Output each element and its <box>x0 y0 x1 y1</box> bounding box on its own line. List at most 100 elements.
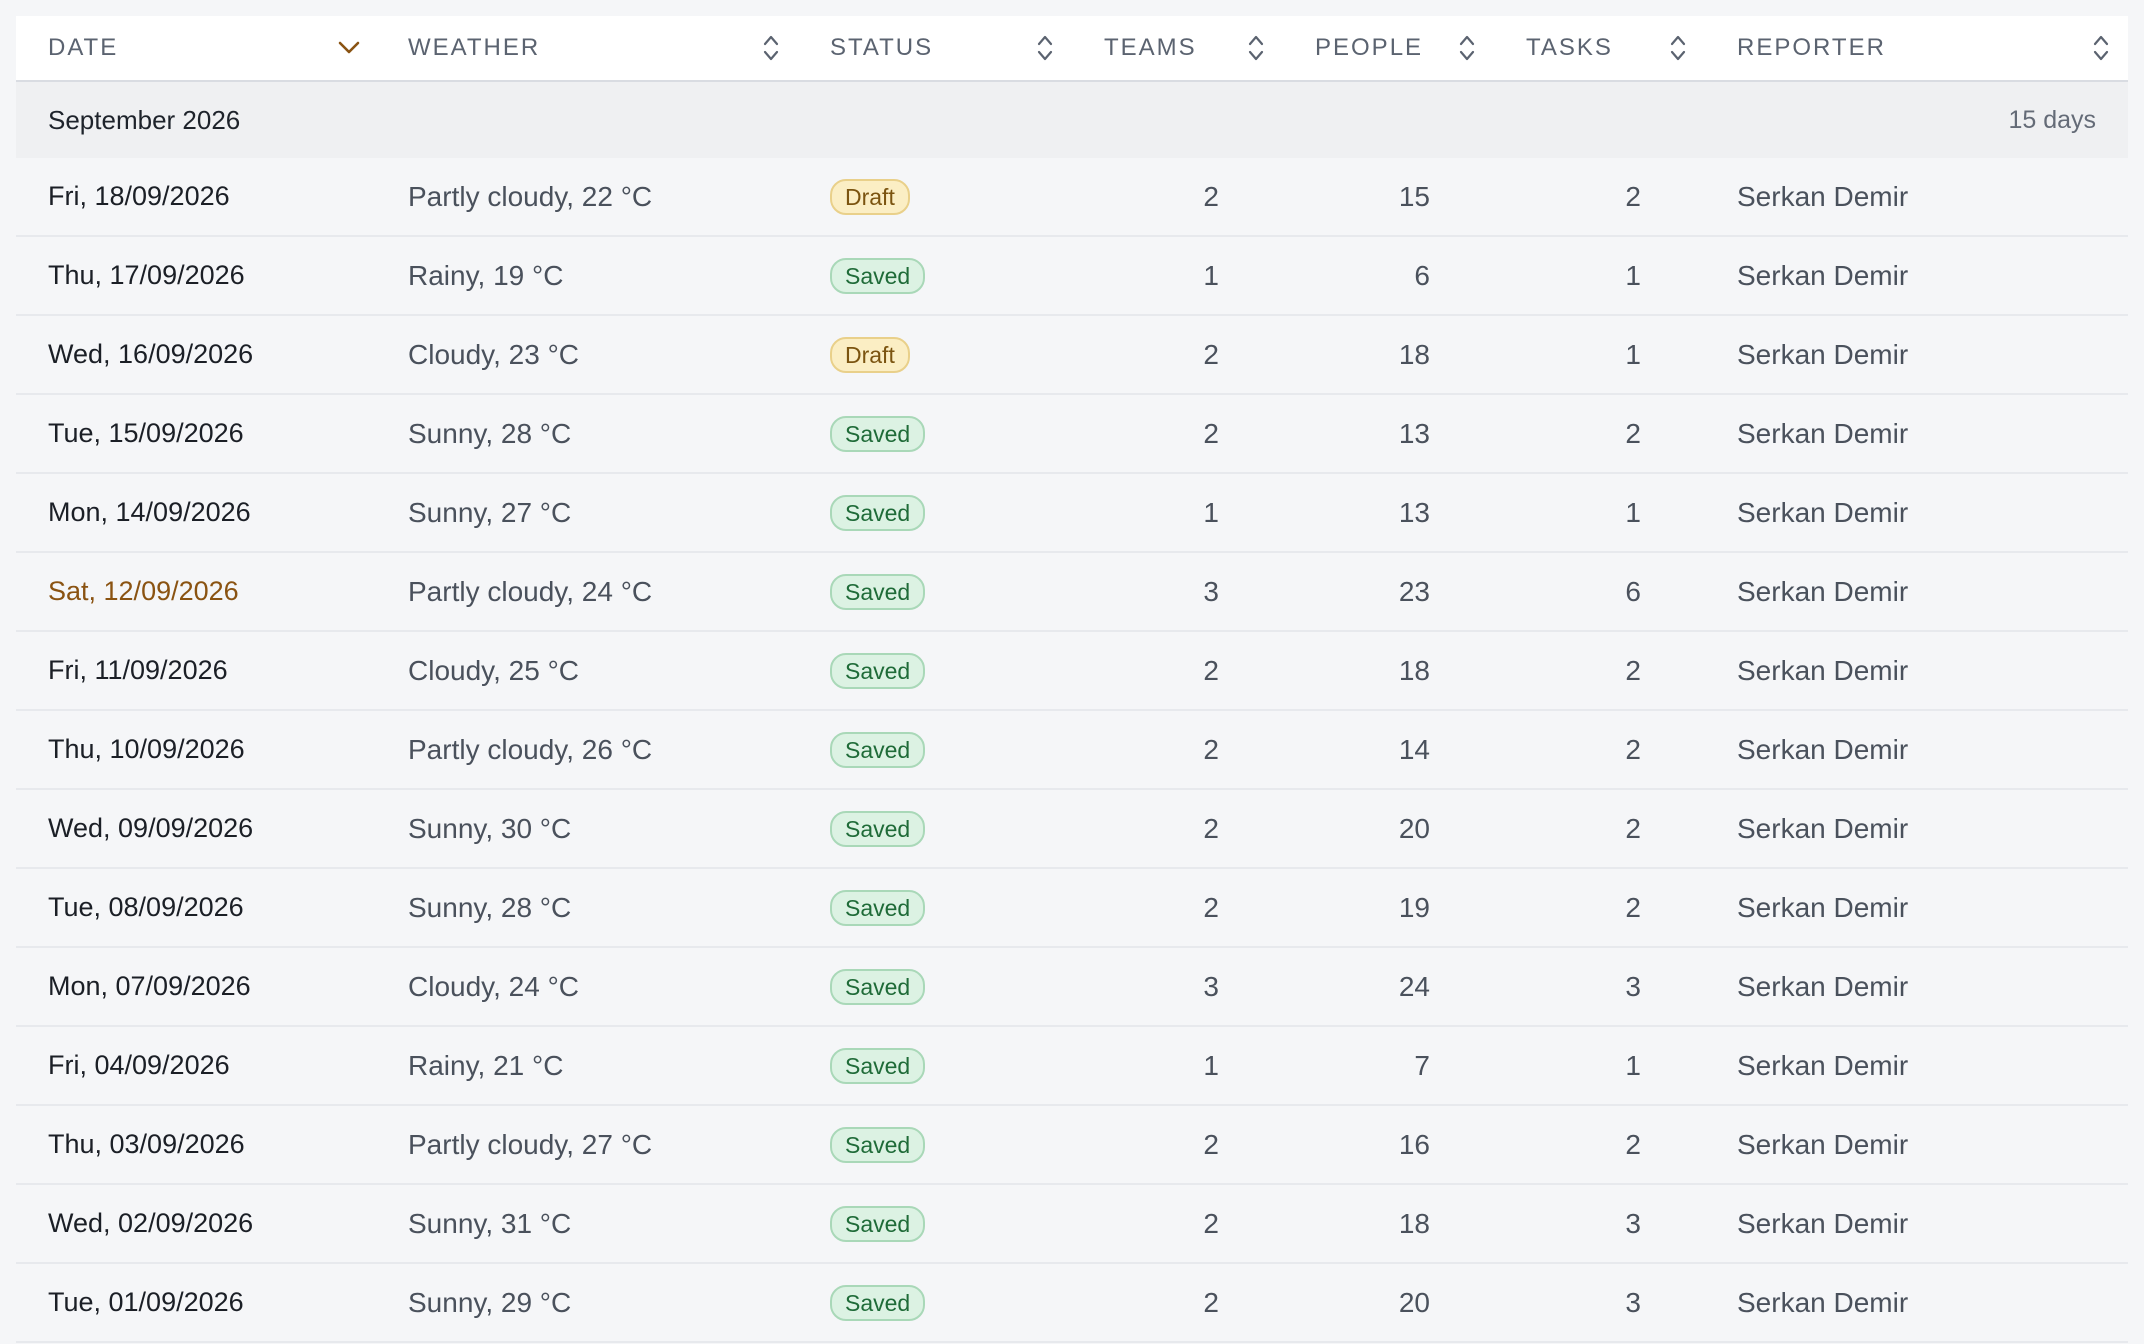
status-badge: Saved <box>830 1205 926 1242</box>
tasks-cell: 3 <box>1494 1263 1705 1343</box>
group-cell: September 2026 15 days <box>16 81 2128 158</box>
people-cell: 18 <box>1283 631 1494 711</box>
tasks-cell: 3 <box>1494 947 1705 1027</box>
people-cell: 23 <box>1283 552 1494 632</box>
date-cell: Tue, 01/09/2026 <box>16 1263 376 1343</box>
teams-cell: 1 <box>1072 1026 1283 1106</box>
weather-cell: Sunny, 31 °C <box>376 1184 798 1264</box>
table-row[interactable]: Thu, 17/09/2026 Rainy, 19 °C Saved 1 6 1 Serka… <box>16 236 2128 316</box>
status-cell: Saved <box>798 1105 1072 1185</box>
table-row[interactable]: Tue, 08/09/2026 Sunny, 28 °C Saved 2 19 2 Serk… <box>16 868 2128 948</box>
people-cell: 18 <box>1283 1184 1494 1264</box>
status-cell: Draft <box>798 158 1072 237</box>
table-row[interactable]: Tue, 15/09/2026 Sunny, 28 °C Saved 2 13 2 Serk… <box>16 394 2128 474</box>
teams-cell: 2 <box>1072 394 1283 474</box>
tasks-cell: 2 <box>1494 1105 1705 1185</box>
weather-cell: Rainy, 19 °C <box>376 236 798 316</box>
table-row[interactable]: Fri, 11/09/2026 Cloudy, 25 °C Saved 2 18 2 Ser… <box>16 631 2128 711</box>
status-badge: Saved <box>830 1047 926 1084</box>
status-badge: Saved <box>830 810 926 847</box>
status-badge: Saved <box>830 652 926 689</box>
reporter-cell: Serkan Demir <box>1705 710 2128 790</box>
tasks-cell: 2 <box>1494 394 1705 474</box>
people-cell: 20 <box>1283 789 1494 869</box>
people-cell: 15 <box>1283 158 1494 237</box>
column-header-tasks[interactable]: TASKS <box>1494 16 1705 82</box>
column-header-people[interactable]: PEOPLE <box>1283 16 1494 82</box>
sort-updown-icon[interactable] <box>1243 31 1269 65</box>
table-row[interactable]: Tue, 01/09/2026 Sunny, 29 °C Saved 2 20 3 Serk… <box>16 1263 2128 1343</box>
status-cell: Saved <box>798 236 1072 316</box>
teams-cell: 1 <box>1072 473 1283 553</box>
column-label-tasks: TASKS <box>1526 34 1613 61</box>
sort-updown-icon[interactable] <box>1454 31 1480 65</box>
reporter-cell: Serkan Demir <box>1705 552 2128 632</box>
weather-cell: Partly cloudy, 26 °C <box>376 710 798 790</box>
table-row[interactable]: Mon, 07/09/2026 Cloudy, 24 °C Saved 3 24 3 Ser… <box>16 947 2128 1027</box>
table-row[interactable]: Wed, 02/09/2026 Sunny, 31 °C Saved 2 18 3 Serk… <box>16 1184 2128 1264</box>
teams-cell: 2 <box>1072 868 1283 948</box>
column-header-date[interactable]: DATE <box>16 16 376 82</box>
status-cell: Saved <box>798 552 1072 632</box>
date-cell: Sat, 12/09/2026 <box>16 552 376 632</box>
table-row[interactable]: Wed, 16/09/2026 Cloudy, 23 °C Draft 2 18 1 Ser… <box>16 315 2128 395</box>
weather-cell: Cloudy, 25 °C <box>376 631 798 711</box>
column-header-weather[interactable]: WEATHER <box>376 16 798 82</box>
date-cell: Thu, 10/09/2026 <box>16 710 376 790</box>
sort-updown-icon[interactable] <box>758 31 784 65</box>
people-cell: 13 <box>1283 394 1494 474</box>
table-row[interactable]: Fri, 04/09/2026 Rainy, 21 °C Saved 1 7 1 Serka… <box>16 1026 2128 1106</box>
chevron-down-icon[interactable] <box>336 31 362 65</box>
column-label-weather: WEATHER <box>408 34 541 61</box>
column-label-status: STATUS <box>830 34 934 61</box>
date-cell: Fri, 18/09/2026 <box>16 158 376 237</box>
reporter-cell: Serkan Demir <box>1705 1105 2128 1185</box>
status-cell: Draft <box>798 315 1072 395</box>
reporter-cell: Serkan Demir <box>1705 947 2128 1027</box>
column-header-status[interactable]: STATUS <box>798 16 1072 82</box>
date-cell: Wed, 16/09/2026 <box>16 315 376 395</box>
column-label-people: PEOPLE <box>1315 34 1424 61</box>
table-row[interactable]: Wed, 09/09/2026 Sunny, 30 °C Saved 2 20 2 Serk… <box>16 789 2128 869</box>
reporter-cell: Serkan Demir <box>1705 158 2128 237</box>
table-row[interactable]: Mon, 14/09/2026 Sunny, 27 °C Saved 1 13 1 Serk… <box>16 473 2128 553</box>
teams-cell: 2 <box>1072 1263 1283 1343</box>
status-badge: Draft <box>830 178 910 215</box>
table-row[interactable]: Fri, 18/09/2026 Partly cloudy, 22 °C Draft… <box>16 158 2128 237</box>
status-cell: Saved <box>798 710 1072 790</box>
status-badge: Saved <box>830 731 926 768</box>
tasks-cell: 1 <box>1494 315 1705 395</box>
table-row[interactable]: Thu, 10/09/2026 Partly cloudy, 26 °C Saved… <box>16 710 2128 790</box>
sort-updown-icon[interactable] <box>1032 31 1058 65</box>
reporter-cell: Serkan Demir <box>1705 1263 2128 1343</box>
column-header-reporter[interactable]: REPORTER <box>1705 16 2128 82</box>
column-label-teams: TEAMS <box>1104 34 1197 61</box>
reporter-cell: Serkan Demir <box>1705 1184 2128 1264</box>
reporter-cell: Serkan Demir <box>1705 631 2128 711</box>
date-cell: Thu, 03/09/2026 <box>16 1105 376 1185</box>
status-cell: Saved <box>798 1263 1072 1343</box>
sort-updown-icon[interactable] <box>2088 31 2114 65</box>
weather-cell: Cloudy, 24 °C <box>376 947 798 1027</box>
date-cell: Wed, 02/09/2026 <box>16 1184 376 1264</box>
weather-cell: Sunny, 28 °C <box>376 868 798 948</box>
status-badge: Saved <box>830 1126 926 1163</box>
weather-cell: Sunny, 30 °C <box>376 789 798 869</box>
table-row[interactable]: Thu, 03/09/2026 Partly cloudy, 27 °C Saved… <box>16 1105 2128 1185</box>
group-day-count: 15 days <box>2008 105 2096 134</box>
status-badge: Saved <box>830 494 926 531</box>
status-badge: Saved <box>830 573 926 610</box>
group-title: September 2026 <box>48 104 241 135</box>
group-row[interactable]: September 2026 15 days <box>16 81 2128 158</box>
column-header-teams[interactable]: TEAMS <box>1072 16 1283 82</box>
tasks-cell: 1 <box>1494 1026 1705 1106</box>
teams-cell: 2 <box>1072 158 1283 237</box>
table-row[interactable]: Sat, 12/09/2026 Partly cloudy, 24 °C Saved… <box>16 552 2128 632</box>
weather-cell: Rainy, 21 °C <box>376 1026 798 1106</box>
tasks-cell: 2 <box>1494 158 1705 237</box>
weather-cell: Partly cloudy, 24 °C <box>376 552 798 632</box>
date-cell: Mon, 07/09/2026 <box>16 947 376 1027</box>
sort-updown-icon[interactable] <box>1665 31 1691 65</box>
tasks-cell: 2 <box>1494 710 1705 790</box>
status-badge: Draft <box>830 336 910 373</box>
